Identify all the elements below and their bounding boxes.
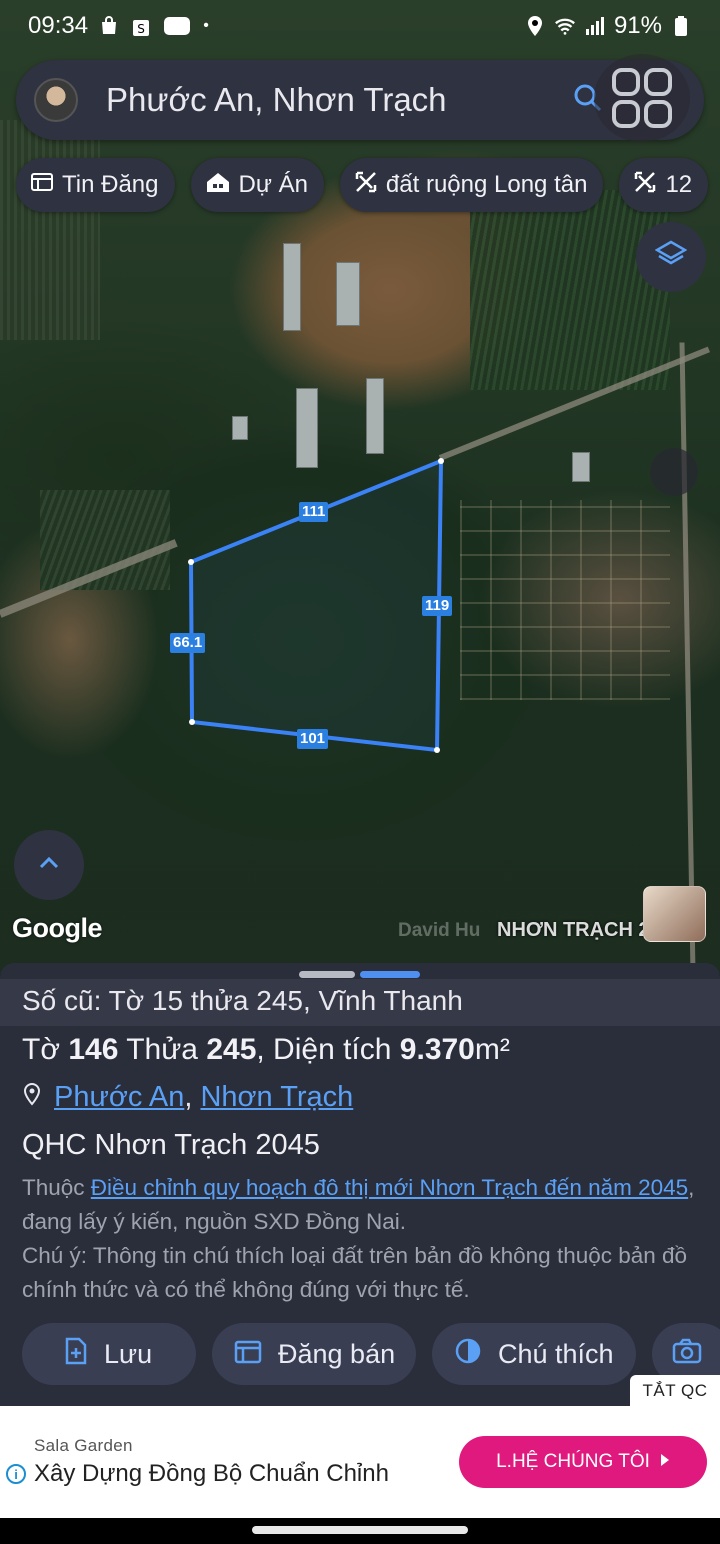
play-arrow-icon	[660, 1451, 670, 1473]
chip-label: Dự Án	[238, 171, 308, 198]
signal-icon	[584, 15, 606, 37]
ad-cta-label: L.HỆ CHÚNG TÔI	[496, 1451, 650, 1472]
layers-button[interactable]	[636, 222, 706, 292]
search-query[interactable]: Phước An, Nhơn Trạch	[106, 81, 447, 119]
title-to-label: Tờ	[22, 1033, 60, 1066]
google-logo: Google	[12, 913, 103, 943]
compass-button[interactable]	[650, 448, 698, 496]
disclaimer-note: Chú ý: Thông tin chú thích loại đất trên…	[22, 1243, 688, 1302]
ad-cta-button[interactable]: L.HỆ CHÚNG TÔI	[459, 1436, 707, 1488]
save-button[interactable]: Lưu	[22, 1323, 196, 1385]
location-row: Phước An, Nhơn Trạch	[22, 1081, 353, 1114]
planning-description: Thuộc Điều chỉnh quy hoạch đô thị mới Nh…	[22, 1171, 702, 1307]
parcel-edge-label-top: 111	[299, 502, 329, 522]
status-bar: 09:34 S • 91%	[0, 0, 720, 52]
planning-link[interactable]: Điều chỉnh quy hoạch đô thị mới Nhơn Trạ…	[91, 1175, 688, 1200]
listing-icon	[30, 170, 54, 201]
zalo-icon	[162, 15, 192, 37]
parcel-outline[interactable]	[0, 0, 720, 975]
system-nav-bar	[0, 1518, 720, 1544]
measure-icon	[354, 170, 378, 201]
location-icon	[524, 15, 546, 37]
parcel-edge-label-bottom: 101	[297, 729, 329, 749]
title-thua-label: Thửa	[126, 1033, 198, 1066]
chip-12[interactable]: 12	[619, 158, 709, 212]
parcel-edge-label-right: 119	[422, 596, 453, 616]
chevron-up-icon	[37, 855, 61, 876]
parcel-edge-label-left: 66.1	[170, 633, 206, 653]
map-watermark: David Hu	[398, 920, 481, 941]
title-thua-value: 245	[206, 1033, 257, 1066]
avatar[interactable]	[34, 78, 78, 122]
info-bottom-sheet[interactable]: Số cũ: Tờ 15 thửa 245, Vĩnh Thanh Tờ 146…	[0, 963, 720, 1408]
battery-percent: 91%	[613, 12, 662, 39]
legend-button[interactable]: Chú thích	[432, 1323, 636, 1385]
location-separator: ,	[184, 1081, 193, 1113]
title-to-value: 146	[68, 1033, 119, 1066]
sheet-handle-active[interactable]	[360, 971, 420, 978]
wifi-icon	[554, 15, 576, 37]
location-district-link[interactable]: Nhơn Trạch	[200, 1081, 353, 1113]
ad-headline: Xây Dựng Đồng Bộ Chuẩn Chỉnh	[34, 1460, 389, 1487]
filter-chips: Tin Đăng Dự Án đất ruộng Long tân 12	[16, 158, 709, 212]
desc-prefix: Thuộc	[22, 1175, 91, 1200]
ad-banner[interactable]: i Sala Garden Xây Dựng Đồng Bộ Chuẩn Chỉ…	[0, 1406, 720, 1518]
status-time: 09:34	[28, 12, 89, 39]
search-bar[interactable]: Phước An, Nhơn Trạch	[16, 54, 704, 142]
dot-icon: •	[203, 17, 209, 34]
chip-label: 12	[665, 171, 693, 198]
contrast-icon	[454, 1337, 482, 1372]
expand-up-button[interactable]	[14, 830, 84, 900]
chip-dat-ruong-long-tan[interactable]: đất ruộng Long tân	[339, 158, 604, 212]
parcel-title: Tờ 146 Thửa 245, Diện tích 9.370m²	[22, 1033, 510, 1067]
svg-text:S: S	[137, 22, 145, 36]
sheet-handle[interactable]	[299, 971, 355, 978]
chip-du-an[interactable]: Dự Án	[190, 158, 324, 212]
location-pin-icon	[22, 1081, 42, 1114]
title-area-label: , Diện tích	[256, 1033, 392, 1066]
ad-advertiser: Sala Garden	[34, 1436, 133, 1455]
qhc-title: QHC Nhơn Trạch 2045	[22, 1129, 320, 1161]
action-buttons: Lưu Đăng bán Chú thích	[22, 1323, 720, 1385]
title-area-unit: m²	[474, 1033, 510, 1066]
home-gesture-pill[interactable]	[252, 1526, 468, 1534]
calendar-icon	[234, 1338, 262, 1371]
title-area-value: 9.370	[399, 1033, 475, 1066]
old-parcel-info: Số cũ: Tờ 15 thửa 245, Vĩnh Thanh	[0, 979, 720, 1026]
ad-info-icon[interactable]: i	[6, 1464, 26, 1484]
shopee-icon: S	[130, 15, 152, 37]
project-icon	[205, 170, 231, 201]
post-sale-button[interactable]: Đăng bán	[212, 1323, 416, 1385]
apps-grid-icon[interactable]	[594, 54, 690, 142]
layers-icon	[654, 239, 688, 276]
battery-icon	[670, 15, 692, 37]
legend-label: Chú thích	[498, 1338, 614, 1369]
chip-tin-dang[interactable]: Tin Đăng	[16, 158, 175, 212]
map-view[interactable]: 111 119 66.1 101 Google David Hu NHƠN TR…	[0, 0, 720, 975]
post-sale-label: Đăng bán	[278, 1338, 396, 1369]
measure-icon	[633, 170, 657, 201]
save-add-icon	[64, 1337, 88, 1372]
turn-off-ads-button[interactable]: TẮT QC	[630, 1375, 720, 1407]
location-ward-link[interactable]: Phước An	[54, 1081, 184, 1113]
brand-thumbnail[interactable]	[643, 886, 706, 942]
chip-label: Tin Đăng	[62, 171, 159, 198]
shopping-bag-icon	[98, 15, 120, 37]
save-label: Lưu	[104, 1338, 153, 1369]
camera-add-icon	[672, 1337, 704, 1372]
chip-label: đất ruộng Long tân	[385, 171, 588, 198]
